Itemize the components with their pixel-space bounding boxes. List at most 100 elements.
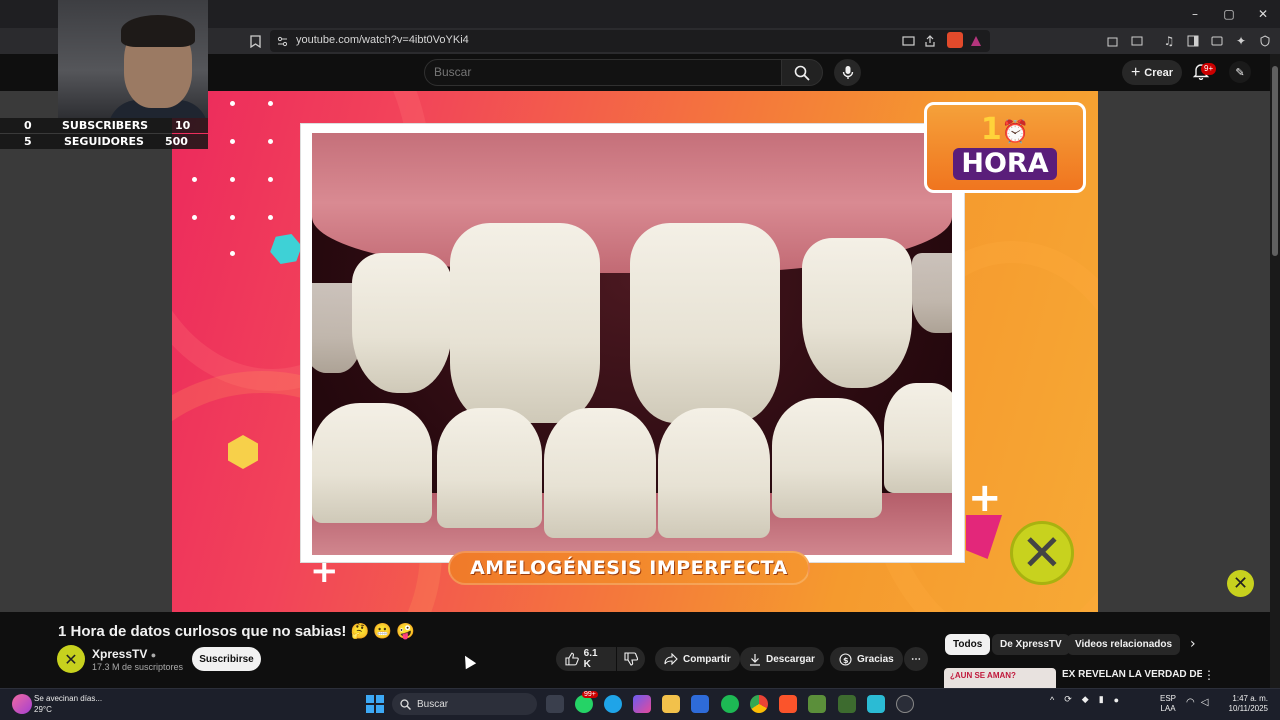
sidebar-icon[interactable] xyxy=(1185,33,1201,49)
taskbar-clock[interactable]: 1:47 a. m. 10/11/2025 xyxy=(1216,694,1268,714)
maximize-button[interactable]: ▢ xyxy=(1212,0,1246,28)
share-label: Compartir xyxy=(683,653,731,665)
weather-widget-text[interactable]: Se avecinan días... 29°C xyxy=(34,693,102,715)
hora-number: 1⏰ xyxy=(980,112,1030,147)
close-window-button[interactable]: ✕ xyxy=(1246,0,1280,28)
clock-time: 1:47 a. m. xyxy=(1232,694,1268,703)
quick-settings[interactable]: ◠ ◁ xyxy=(1186,697,1208,708)
voice-search-button[interactable] xyxy=(834,59,861,86)
hora-text: HORA xyxy=(953,148,1057,180)
window-controls: – ▢ ✕ xyxy=(1178,0,1280,28)
game-launcher-icon[interactable] xyxy=(838,695,856,713)
weather-widget-icon[interactable] xyxy=(12,694,32,714)
recommendation-title[interactable]: EX REVELAN LA VERDAD DE SU RELACIÓN xyxy=(1062,668,1202,688)
leo-ai-icon[interactable]: ✦ xyxy=(1233,33,1249,49)
taskbar-search-label: Buscar xyxy=(417,698,449,710)
thanks-button[interactable]: $ Gracias xyxy=(830,647,903,671)
create-label: Crear xyxy=(1144,66,1174,79)
capcut-icon[interactable] xyxy=(867,695,885,713)
recommendation-menu-icon[interactable]: ⋮ xyxy=(1203,668,1215,682)
search-button[interactable] xyxy=(781,59,823,86)
extensions-icon[interactable] xyxy=(1105,33,1121,49)
download-button[interactable]: Descargar xyxy=(740,647,824,671)
chrome-icon[interactable] xyxy=(750,695,768,713)
tray-sync-icon[interactable]: ⟳ xyxy=(1064,694,1072,705)
tray-mic-icon[interactable]: ● xyxy=(1114,695,1119,705)
avatar-glyph-icon: ✎ xyxy=(1235,66,1245,79)
screenshot-icon[interactable] xyxy=(1129,33,1145,49)
rewards-icon[interactable] xyxy=(968,33,984,49)
like-button[interactable]: 6.1 K xyxy=(556,647,616,671)
dislike-button[interactable] xyxy=(617,647,645,671)
chip-from-channel[interactable]: De XpressTV xyxy=(992,634,1070,655)
copilot-icon[interactable] xyxy=(633,695,651,713)
decor-dot xyxy=(192,215,197,220)
minecraft-icon[interactable] xyxy=(808,695,826,713)
more-actions-button[interactable]: ⋯ xyxy=(904,647,928,671)
download-label: Descargar xyxy=(766,653,815,665)
site-info-icon[interactable] xyxy=(274,33,290,49)
alarm-clock-icon: ⏰ xyxy=(1001,120,1030,145)
decor-dot xyxy=(230,251,235,256)
channel-name[interactable]: XpressTV ● xyxy=(92,647,156,661)
media-icon[interactable]: ♫ xyxy=(1161,33,1177,49)
brave-shield-icon[interactable] xyxy=(947,32,963,48)
tooth xyxy=(802,238,912,388)
thumbs-down-icon xyxy=(624,652,638,666)
windows-start-icon[interactable] xyxy=(366,695,384,713)
tray-usb-icon[interactable]: ▮ xyxy=(1099,694,1104,705)
wallet-icon[interactable] xyxy=(1209,33,1225,49)
share-button[interactable]: Compartir xyxy=(655,647,740,671)
chips-next-chevron-icon[interactable]: › xyxy=(1190,636,1196,652)
language-code: ESP xyxy=(1160,694,1177,703)
video-player[interactable]: + + AMELOGÉNESIS IMPERFECTA 1⏰ HORA ✕ xyxy=(172,91,1098,612)
share-page-icon[interactable] xyxy=(922,33,938,49)
url-text[interactable]: youtube.com/watch?v=4ibt0VoYKi4 xyxy=(296,34,469,46)
microsoft-store-icon[interactable] xyxy=(691,695,709,713)
task-view-icon[interactable] xyxy=(546,695,564,713)
spotify-icon[interactable] xyxy=(721,695,739,713)
stat-label: SEGUIDORES xyxy=(64,135,144,148)
decor-dot xyxy=(268,215,273,220)
account-avatar[interactable]: ✎ xyxy=(1229,61,1251,83)
stat-right-value: 500 xyxy=(165,135,188,148)
decor-dot xyxy=(192,177,197,182)
keyboard-language[interactable]: ESP LAA xyxy=(1160,694,1176,714)
subscribe-button[interactable]: Suscribirse xyxy=(192,647,261,671)
chip-related[interactable]: Videos relacionados xyxy=(1067,634,1181,655)
plus-icon: + xyxy=(1130,63,1141,81)
scrollbar-thumb[interactable] xyxy=(1272,66,1278,256)
stats-row: 0 SUBSCRIBERS 10 xyxy=(0,118,208,133)
tray-overflow-chevron-icon[interactable]: ^ xyxy=(1050,695,1054,705)
edge-icon[interactable] xyxy=(604,695,622,713)
file-explorer-icon[interactable] xyxy=(662,695,680,713)
obs-icon[interactable] xyxy=(896,695,914,713)
recommendation-thumbnail[interactable]: ¿AUN SE AMAN? xyxy=(944,668,1056,688)
decor-dot xyxy=(268,177,273,182)
decor-dot xyxy=(230,215,235,220)
vpn-icon[interactable] xyxy=(1257,33,1273,49)
chip-all[interactable]: Todos xyxy=(945,634,991,655)
search-input[interactable] xyxy=(434,64,764,80)
weather-temperature: 29°C xyxy=(34,705,52,714)
tray-app-icon[interactable]: ◆ xyxy=(1082,694,1089,705)
svg-text:$: $ xyxy=(843,656,849,665)
bookmark-icon[interactable] xyxy=(247,33,263,49)
super-thanks-icon: $ xyxy=(839,652,852,666)
like-count: 6.1 K xyxy=(583,648,598,670)
video-caption: AMELOGÉNESIS IMPERFECTA xyxy=(448,551,810,585)
taskbar-search[interactable]: Buscar xyxy=(392,693,537,715)
decor-dot xyxy=(230,139,235,144)
cast-icon[interactable] xyxy=(900,33,916,49)
minimize-button[interactable]: – xyxy=(1178,0,1212,28)
brave-icon[interactable] xyxy=(779,695,797,713)
channel-name-text[interactable]: XpressTV xyxy=(92,647,147,661)
webcam-overlay xyxy=(58,0,208,118)
create-button[interactable]: + Crear xyxy=(1122,60,1182,85)
system-tray: ^ ⟳ ◆ ▮ ● xyxy=(1050,694,1119,705)
channel-watermark-icon[interactable]: ✕ xyxy=(1227,570,1254,597)
channel-avatar[interactable]: ✕ xyxy=(57,645,85,673)
tooth xyxy=(658,408,770,538)
decor-dot xyxy=(268,139,273,144)
stream-stats-overlay: 0 SUBSCRIBERS 10 5 SEGUIDORES 500 xyxy=(0,118,208,150)
